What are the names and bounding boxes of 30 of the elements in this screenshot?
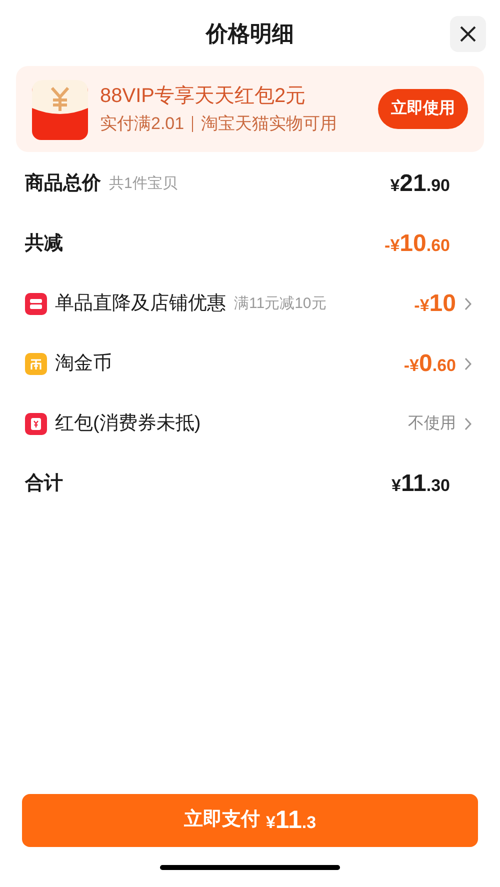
envelope-icon <box>32 78 88 140</box>
pay-amount: ¥11.3 <box>266 804 316 836</box>
row-value: 不使用 <box>408 414 456 434</box>
row-label: 合计 <box>25 472 63 496</box>
dialog-title: 价格明细 <box>206 20 294 48</box>
row-label: 共减 <box>25 232 63 256</box>
coupon-headline: 88VIP专享天天红包2元 <box>100 84 307 109</box>
row-label: 单品直降及店铺优惠 <box>55 292 226 316</box>
pay-now-button[interactable]: 立即支付 ¥11.3 <box>22 794 478 847</box>
chevron-right-icon <box>464 297 472 311</box>
coupon-scope: 淘宝天猫实物可用 <box>201 112 338 134</box>
shop-icon <box>25 293 47 315</box>
row-label: 商品总价 <box>25 172 101 196</box>
row-note: 满11元减10元 <box>234 294 326 314</box>
row-label: 红包(消费券未抵) <box>55 412 201 436</box>
row-value: -¥10.60 <box>384 229 450 259</box>
chevron-right-icon <box>464 357 472 371</box>
row-value: ¥11.30 <box>392 469 450 499</box>
row-value: -¥0.60 <box>404 349 456 379</box>
coupon-condition: 实付满2.01 <box>100 112 184 134</box>
row-note: 共1件宝贝 <box>109 174 178 194</box>
use-now-button[interactable]: 立即使用 <box>378 89 468 129</box>
chevron-right-icon <box>464 417 472 431</box>
close-button[interactable] <box>450 16 486 52</box>
coin-icon <box>25 353 47 375</box>
row-value: ¥21.90 <box>390 169 450 199</box>
envelope-icon <box>25 413 47 435</box>
close-icon <box>459 25 477 43</box>
row-value: -¥10 <box>414 289 456 319</box>
row-label: 淘金币 <box>55 352 112 376</box>
